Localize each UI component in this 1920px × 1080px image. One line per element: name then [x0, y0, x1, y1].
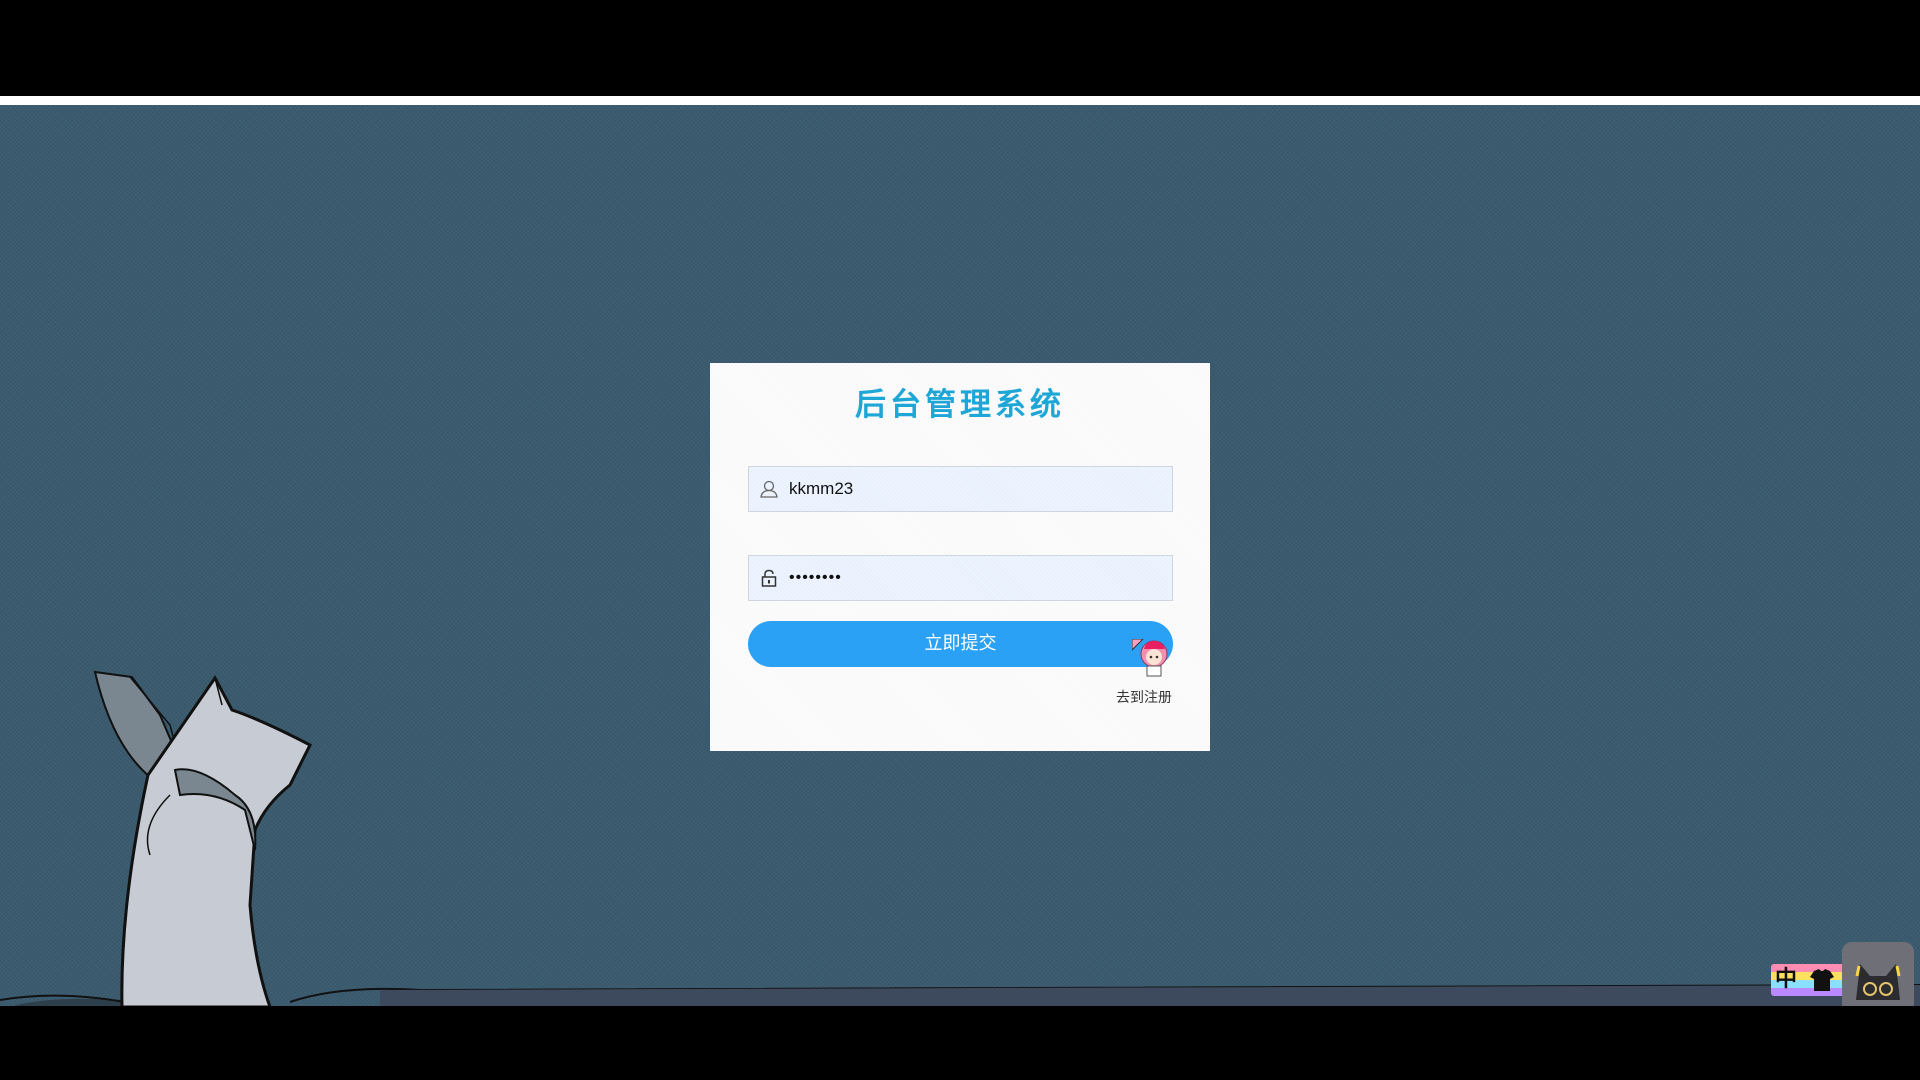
submit-button[interactable]: 立即提交	[748, 621, 1173, 667]
cat-face-icon	[1855, 964, 1901, 1000]
password-value: ••••••••	[789, 569, 842, 586]
page-title: 后台管理系统	[855, 387, 1065, 423]
top-white-line	[0, 96, 1920, 105]
username-field[interactable]: kkmm23	[748, 466, 1173, 512]
bottom-black-bar	[0, 1006, 1920, 1080]
login-page-background: 后台管理系统 kkmm23 •••••••• 立即提交 去到注册 中	[0, 105, 1920, 1006]
ime-language-toggle[interactable]: 中	[1775, 966, 1797, 994]
lock-icon	[761, 569, 777, 587]
login-card: 后台管理系统 kkmm23 •••••••• 立即提交 去到注册	[710, 363, 1210, 751]
cat-avatar-icon[interactable]	[1842, 942, 1914, 1006]
anime-mascot-icon	[1140, 640, 1168, 677]
top-black-bar	[0, 0, 1920, 96]
shirt-icon[interactable]	[1809, 968, 1835, 992]
password-field[interactable]: ••••••••	[748, 555, 1173, 601]
user-icon	[760, 480, 778, 498]
username-value: kkmm23	[789, 479, 854, 498]
ime-toolbar[interactable]: 中	[1771, 942, 1920, 1006]
register-link[interactable]: 去到注册	[1116, 687, 1172, 707]
